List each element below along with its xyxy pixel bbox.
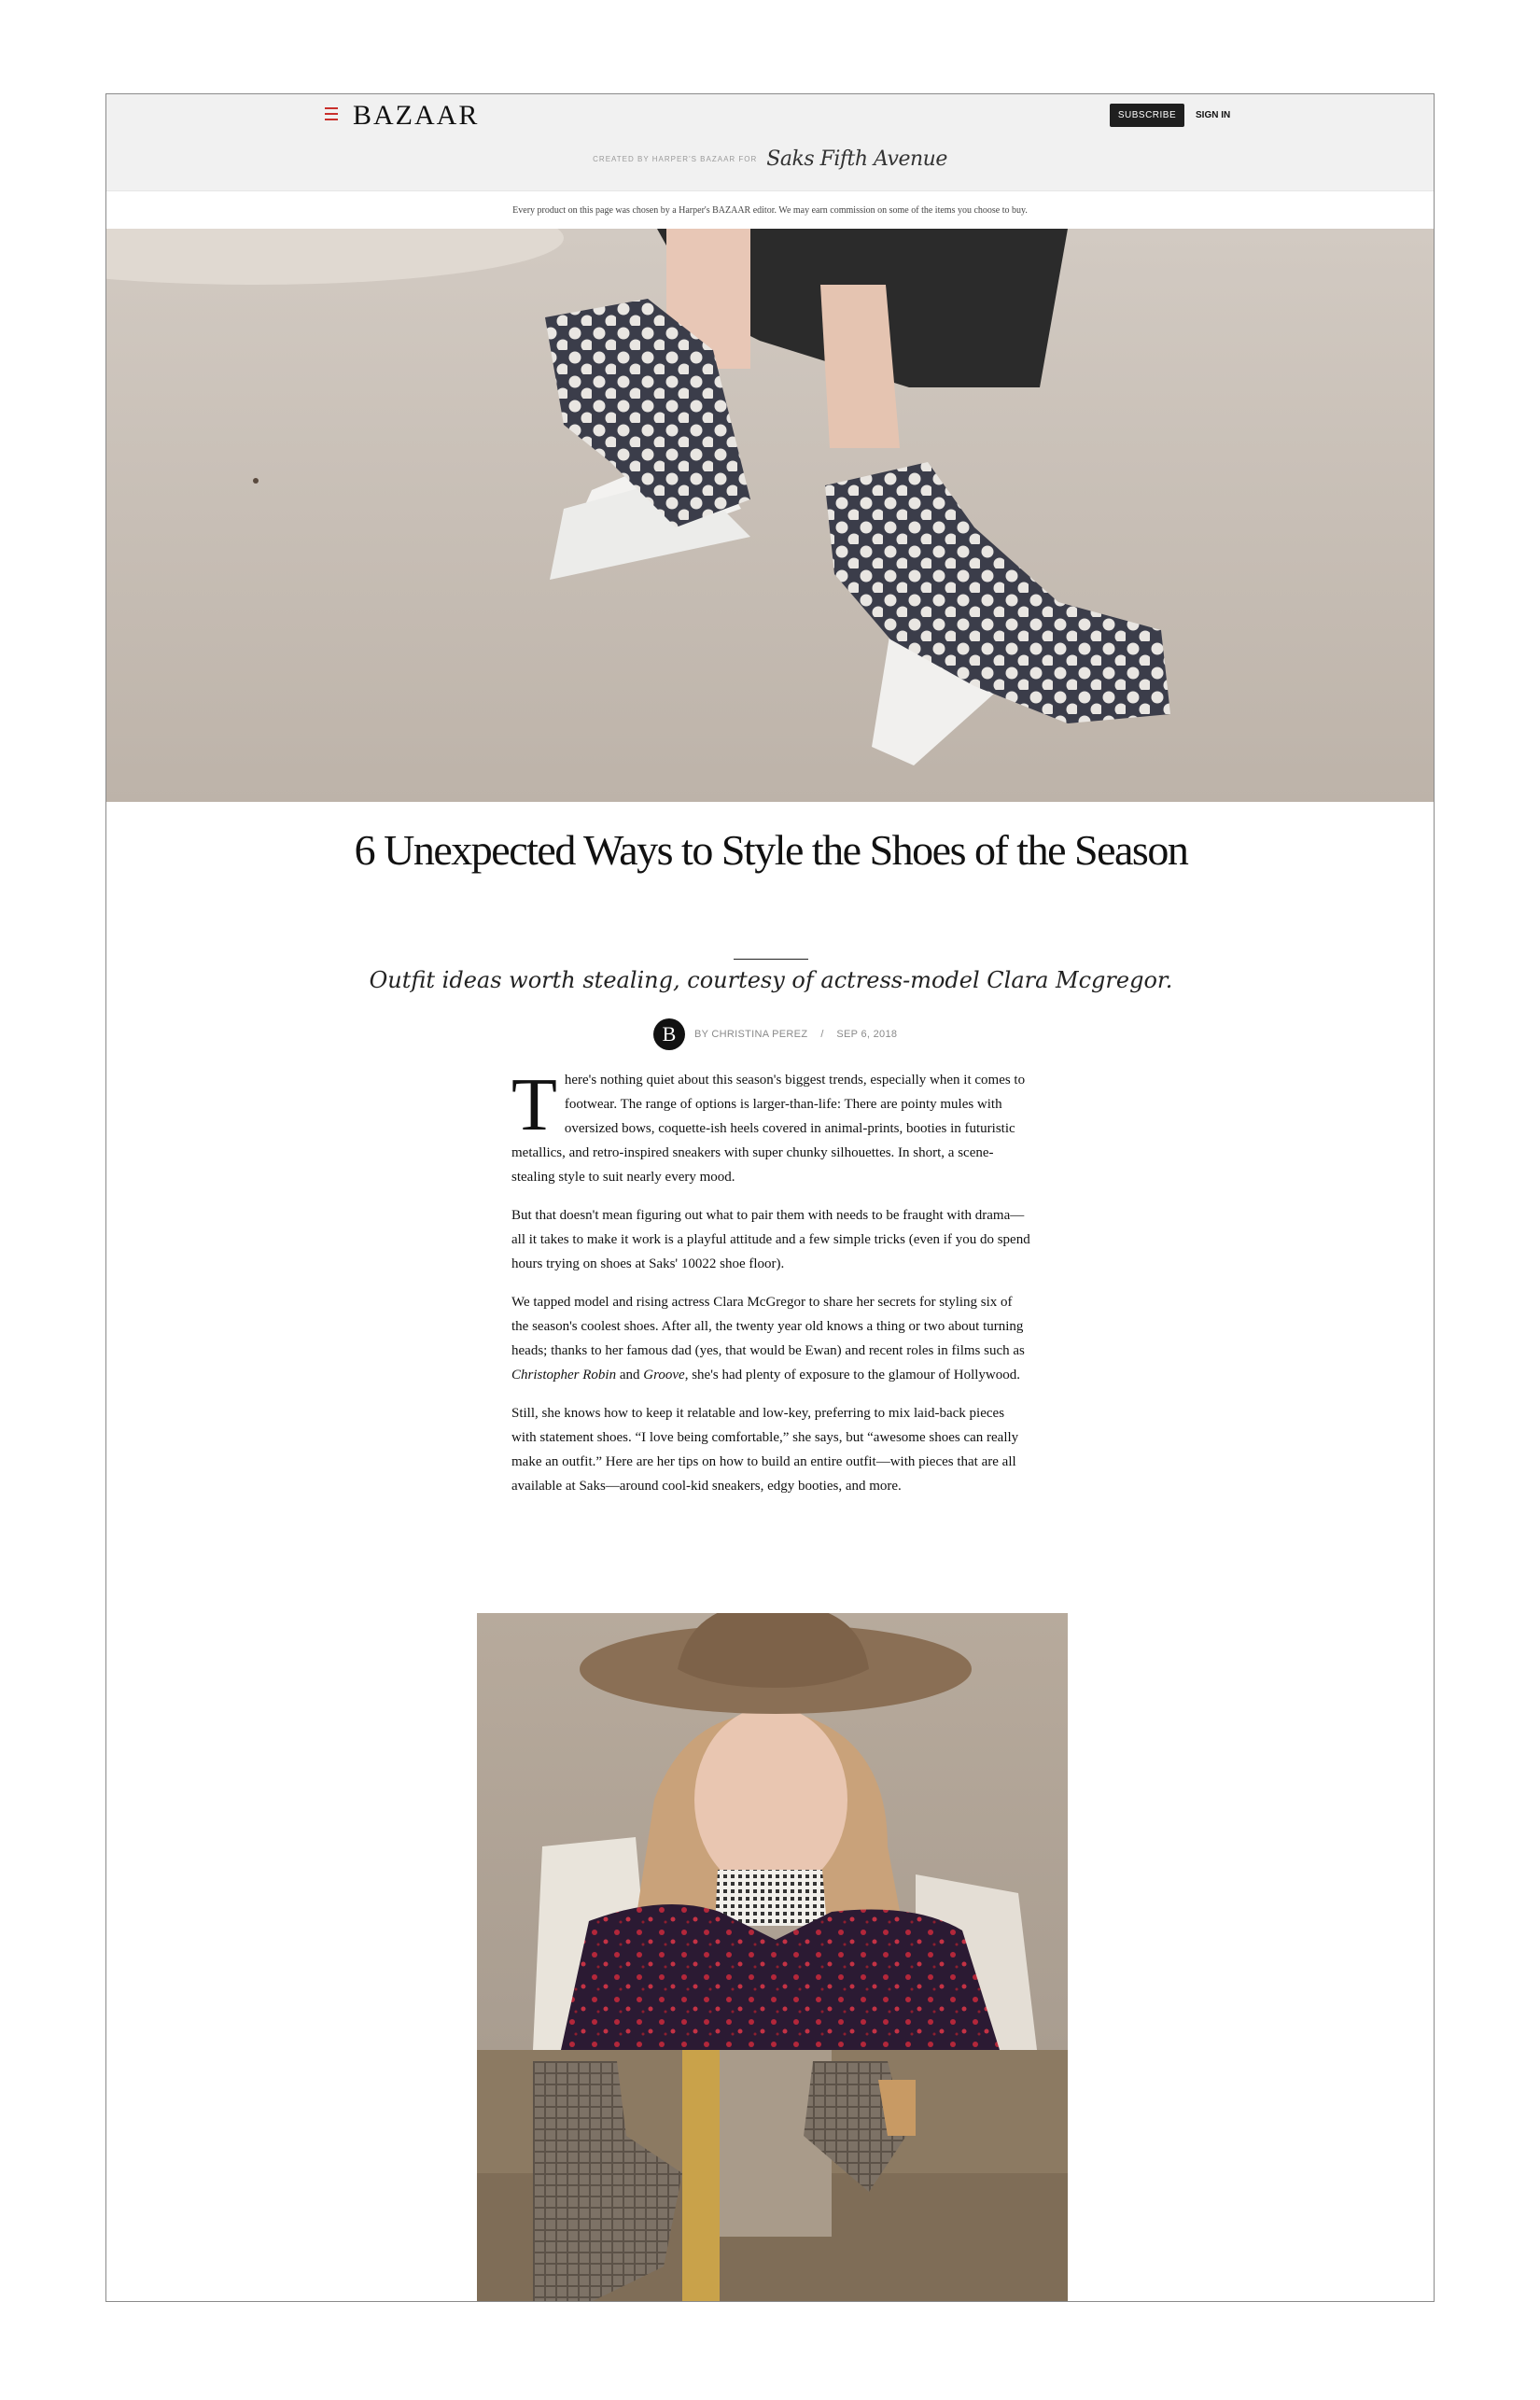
paragraph-2: But that doesn't mean figuring out what … (511, 1208, 1030, 1271)
article-dek: Outfit ideas worth stealing, courtesy of… (369, 967, 1173, 993)
publish-date: SEP 6, 2018 (836, 1029, 898, 1040)
affiliate-disclaimer: Every product on this page was chosen by… (512, 205, 1028, 216)
title-divider (734, 959, 808, 960)
byline: B BY CHRISTINA PEREZ / SEP 6, 2018 (653, 1018, 897, 1050)
author-avatar[interactable]: B (653, 1018, 685, 1050)
partner-banner: CREATED BY HARPER'S BAZAAR FOR Saks Fift… (106, 147, 1434, 171)
paragraph-4: Still, she knows how to keep it relatabl… (511, 1406, 1019, 1494)
paragraph-1: There's nothing quiet about this season'… (511, 1068, 1032, 1189)
byline-separator: / (820, 1029, 824, 1040)
site-logo[interactable]: BAZAAR (353, 100, 479, 132)
sign-in-link[interactable]: SIGN IN (1196, 104, 1230, 127)
hamburger-icon[interactable] (325, 107, 338, 120)
author-name[interactable]: BY CHRISTINA PEREZ (694, 1029, 807, 1040)
paragraph-3: We tapped model and rising actress Clara… (511, 1290, 1032, 1387)
disclaimer-bar: Every product on this page was chosen by… (106, 190, 1434, 230)
paragraph-3-and: and (616, 1368, 644, 1382)
article-photo (477, 1613, 1068, 2301)
saks-logo[interactable]: Saks Fifth Avenue (766, 147, 947, 171)
site-header: BAZAAR SUBSCRIBE SIGN IN CREATED BY HARP… (106, 94, 1434, 190)
hero-image (106, 229, 1434, 802)
subscribe-button[interactable]: SUBSCRIBE (1110, 104, 1184, 127)
paragraph-1-text: here's nothing quiet about this season's… (511, 1073, 1026, 1185)
film-title-groove: Groove (643, 1368, 685, 1382)
article-title: 6 Unexpected Ways to Style the Shoes of … (354, 826, 1189, 874)
browser-page-frame: BAZAAR SUBSCRIBE SIGN IN CREATED BY HARP… (105, 93, 1435, 2302)
partner-label: CREATED BY HARPER'S BAZAAR FOR (593, 155, 758, 163)
drop-cap: T (511, 1064, 557, 1146)
article-body: There's nothing quiet about this season'… (511, 1068, 1032, 1512)
paragraph-3-text-a: We tapped model and rising actress Clara… (511, 1295, 1025, 1358)
paragraph-3-text-b: , she's had plenty of exposure to the gl… (684, 1368, 1021, 1382)
film-title-christopher-robin: Christopher Robin (511, 1368, 617, 1382)
